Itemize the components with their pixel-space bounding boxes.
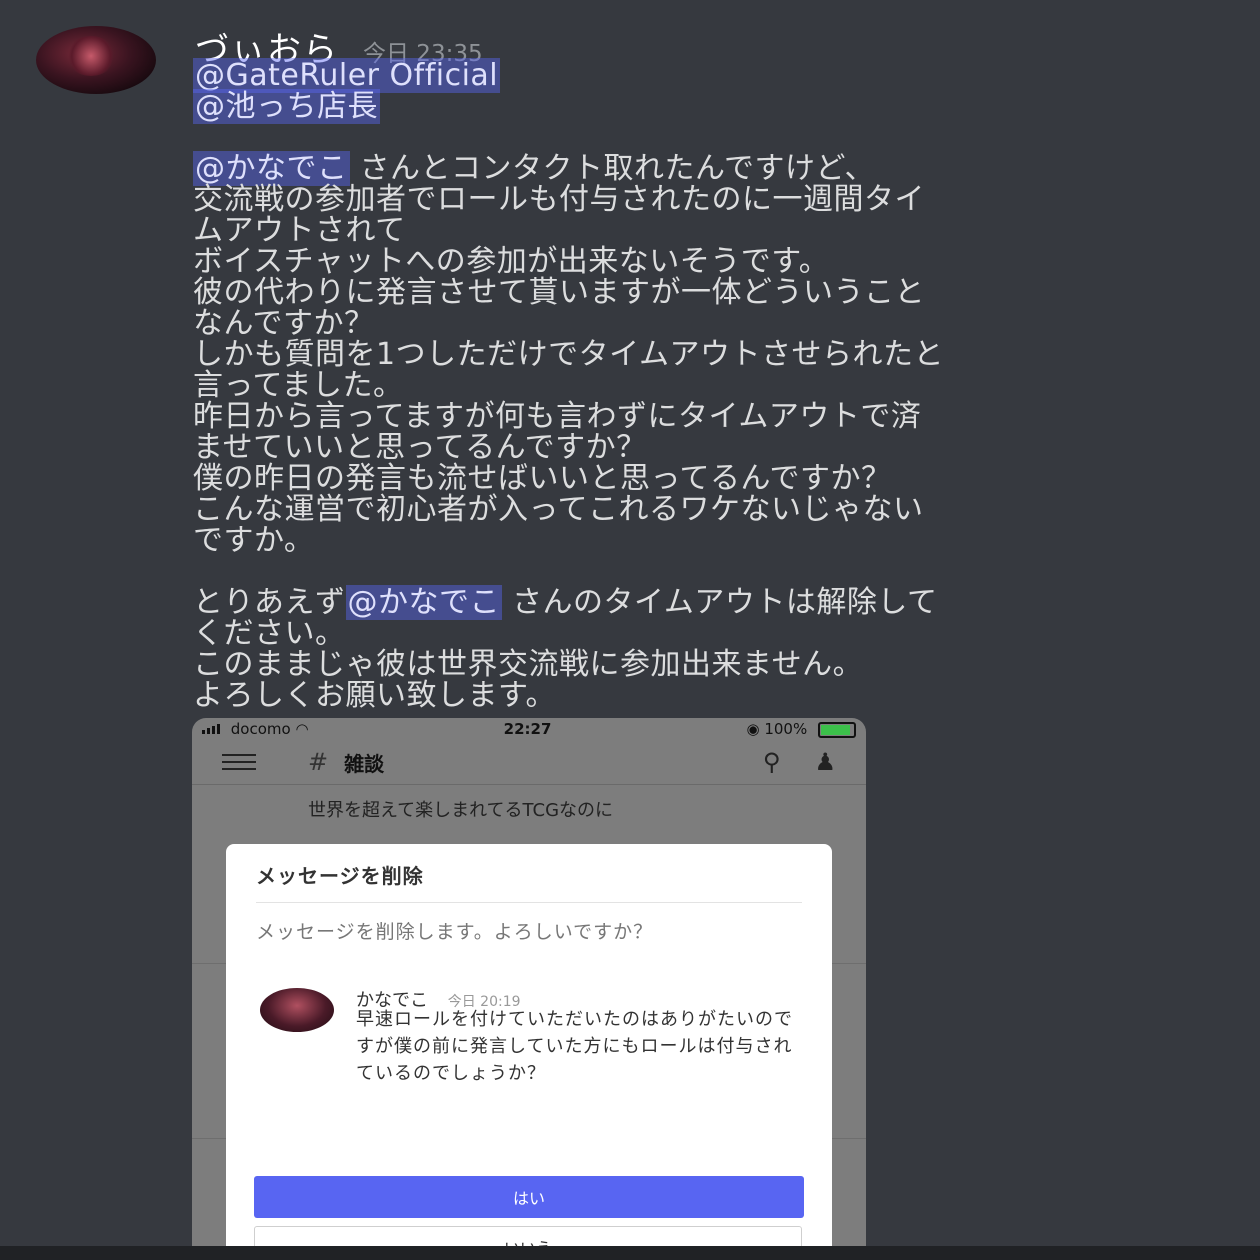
user-avatar[interactable] [36,26,156,94]
message-line: 交流戦の参加者でロールも付与されたのに一週間タイ [193,184,1233,215]
message-line: @かなでこ さんとコンタクト取れたんですけど、 [193,151,1233,186]
user-mention[interactable]: @かなでこ [345,585,502,620]
avatar [260,988,334,1032]
message-text: ください。 [193,616,346,651]
message-line: とりあえず@かなでこ さんのタイムアウトは解除して [193,585,1233,620]
message-line: ムアウトされて [193,215,1233,246]
message-line: しかも質問を1つしただけでタイムアウトさせられたと [193,339,1233,370]
rotation-lock-icon: ◉ [746,720,760,738]
message-text: このままじゃ彼は世界交流戦に参加出来ません。 [193,647,864,682]
attached-screenshot[interactable]: docomo ◠ 22:27 ◉ 100% # 雑談 ⚲ ♟ 世界を超えて楽しま… [192,718,866,1246]
message-text: 彼の代わりに発言させて貰いますが一体どういうこと [193,275,925,310]
message-line [193,122,1233,153]
channel-app-bar: # 雑談 ⚲ ♟ [192,740,866,785]
message-line: 僕の昨日の発言も流せばいいと思ってるんですか？ [193,463,1233,494]
phone-status-bar: docomo ◠ 22:27 ◉ 100% [192,718,866,740]
message-content: @GateRuler Official @池っち店長 @かなでこ さんとコンタクト取… [193,58,1233,711]
wifi-icon: ◠ [295,720,309,738]
message-line: このままじゃ彼は世界交流戦に参加出来ません。 [193,649,1233,680]
confirm-button[interactable]: はい [254,1176,804,1218]
message-text: なんですか？ [193,306,375,341]
message-line: 彼の代わりに発言させて貰いますが一体どういうこと [193,277,1233,308]
modal-description: メッセージを削除します。よろしいですか？ [256,921,654,943]
modal-title: メッセージを削除 [256,864,424,888]
message-line: ませていいと思ってるんですか？ [193,432,1233,463]
message-text: ムアウトされて [193,213,406,248]
menu-icon[interactable] [222,754,256,770]
battery-percent: 100% [764,720,808,738]
members-icon[interactable]: ♟ [814,748,836,776]
signal-icon [202,724,220,734]
message-line: @池っち店長 [193,89,1233,124]
message-line: @GateRuler Official [193,58,1233,93]
search-icon[interactable]: ⚲ [763,748,781,776]
message-line: ボイスチャットへの参加が出来ないそうです。 [193,246,1233,277]
message-text: とりあえず [193,585,346,620]
message-text: こんな運営で初心者が入ってこれるワケないじゃない [193,492,924,527]
message-line: 言ってました。 [193,370,1233,401]
channel-name: 雑談 [344,751,385,776]
message-line: ください。 [193,618,1233,649]
message-line: ですか。 [193,525,1233,556]
message-text: さんとコンタクト取れたんですけど、 [349,151,876,186]
fade-overlay [256,1110,802,1150]
message-line: なんですか？ [193,308,1233,339]
message-text: ませていいと思ってるんですか？ [193,430,647,465]
quoted-text: 早速ロールを付けていただいたのはありがたいのですが僕の前に発言していた方にもロー… [356,1009,793,1084]
message-text: 僕の昨日の発言も流せばいいと思ってるんですか？ [193,461,892,496]
message-text: 昨日から言ってますが何も言わずにタイムアウトで済 [193,399,922,434]
message-text: ボイスチャットへの参加が出来ないそうです。 [193,244,830,279]
carrier-name: docomo [230,720,291,738]
phone-time: 22:27 [503,720,552,738]
message-line: よろしくお願い致します。 [193,680,1233,711]
background-message: 世界を超えて楽しまれてるTCGなのに [308,800,614,821]
delete-message-modal: メッセージを削除 メッセージを削除します。よろしいですか？ かなでこ 今日 20… [226,844,832,1246]
channel-hash-icon: # [308,748,329,776]
message-text: よろしくお願い致します。 [193,678,556,713]
battery-icon [818,721,856,738]
message-text: 言ってました。 [193,368,404,403]
bottom-bar [0,1246,1260,1260]
user-mention[interactable]: @GateRuler Official [193,58,501,93]
message-line: 昨日から言ってますが何も言わずにタイムアウトで済 [193,401,1233,432]
message-text: 交流戦の参加者でロールも付与されたのに一週間タイ [193,182,925,217]
message-line: こんな運営で初心者が入ってこれるワケないじゃない [193,494,1233,525]
quoted-message: かなでこ 今日 20:19 早速ロールを付けていただいたのはありがたいのですが僕… [256,984,802,1150]
message-text: さんのタイムアウトは解除して [502,585,938,620]
message-line [193,556,1233,587]
divider [256,902,802,903]
message-text: ですか。 [193,523,315,558]
message-text: しかも質問を1つしただけでタイムアウトさせられたと [193,337,944,372]
user-mention[interactable]: @かなでこ [193,151,350,186]
cancel-button[interactable]: いいえ [254,1226,802,1246]
user-mention[interactable]: @池っち店長 [193,89,380,124]
